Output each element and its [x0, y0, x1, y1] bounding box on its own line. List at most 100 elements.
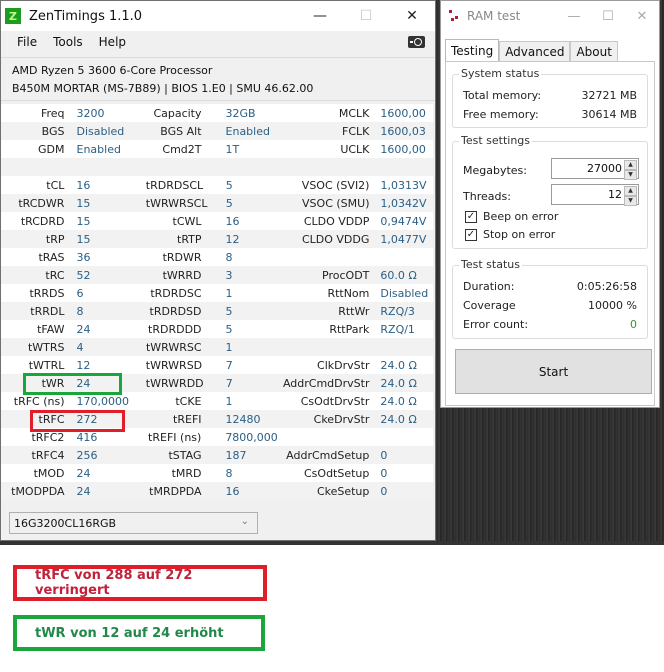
timing-value: Enabled: [225, 124, 270, 138]
free-memory-label: Free memory:: [463, 108, 539, 121]
screenshot-camera-icon[interactable]: [408, 36, 425, 48]
timing-label: tRDRDDD: [148, 322, 202, 336]
timing-value: 24.0 Ω: [380, 376, 417, 390]
timing-label: tRRDS: [29, 286, 65, 300]
minimize-button[interactable]: —: [297, 1, 343, 31]
ramtest-maximize-button[interactable]: ☐: [591, 1, 625, 31]
board-info: B450M MORTAR (MS-7B89) | BIOS 1.E0 | SMU…: [12, 82, 314, 95]
timing-label: tRDRDSC: [150, 286, 202, 300]
timing-row: tMOD 24 tMRD 8 CsOdtSetup 0: [1, 464, 433, 482]
timing-label: tRFC (ns): [13, 394, 65, 408]
timing-value: RZQ/3: [380, 304, 415, 318]
timing-label: RttWr: [338, 304, 370, 318]
timing-label: tREFI: [173, 412, 202, 426]
system-status-title: System status: [459, 67, 542, 80]
ramtest-close-button[interactable]: ✕: [625, 1, 659, 31]
timing-row: tRCDRD 15 tCWL 16 CLDO VDDP 0,9474V: [1, 212, 433, 230]
timing-label: AddrCmdSetup: [286, 448, 370, 462]
timing-label: tRRDL: [30, 304, 65, 318]
threads-label: Threads:: [463, 190, 511, 203]
total-memory-value: 32721 MB: [581, 89, 637, 102]
beep-on-error-checkbox[interactable]: ✓ Beep on error: [465, 210, 558, 223]
timing-value: 8: [76, 304, 84, 318]
timing-label: tWRWRDD: [145, 376, 204, 390]
test-status-title: Test status: [459, 258, 522, 271]
stop-on-error-checkbox[interactable]: ✓ Stop on error: [465, 228, 555, 241]
timing-label: CkeSetup: [316, 484, 370, 498]
title-bar[interactable]: Z ZenTimings 1.1.0 — ☐ ✕: [1, 1, 435, 31]
timing-label: RttNom: [327, 286, 370, 300]
tab-advanced[interactable]: Advanced: [499, 41, 571, 62]
timing-label: BGS Alt: [160, 124, 202, 138]
start-button[interactable]: Start: [455, 349, 652, 394]
menu-file[interactable]: File: [9, 35, 45, 49]
timing-row: tRC 52 tWRRD 3 ProcODT 60.0 Ω: [1, 266, 433, 284]
megabytes-input[interactable]: 27000 ▲ ▼: [551, 158, 639, 180]
timing-value: 24.0 Ω: [380, 394, 417, 408]
ramtest-title-bar[interactable]: RAM test — ☐ ✕: [441, 1, 659, 31]
megabytes-down-arrow-icon[interactable]: ▼: [624, 170, 637, 180]
timing-value: 36: [76, 250, 91, 264]
timing-value: 7: [225, 376, 233, 390]
timing-row: tCL 16 tRDRDSCL 5 VSOC (SVI2) 1,0313V: [1, 176, 433, 194]
timing-label: tCKE: [175, 394, 202, 408]
timing-label: tRDRDSCL: [145, 178, 204, 192]
ramtest-minimize-button[interactable]: —: [557, 1, 591, 31]
testing-panel: System status Total memory: 32721 MB Fre…: [445, 61, 655, 406]
tab-about[interactable]: About: [570, 41, 618, 62]
timing-value: Enabled: [76, 142, 121, 156]
timing-row: tRFC4 256 tSTAG 187 AddrCmdSetup 0: [1, 446, 433, 464]
menu-bar: File Tools Help: [1, 31, 435, 53]
timing-label: tMODPDA: [11, 484, 65, 498]
timing-row: tMODPDA 24 tMRDPDA 16 CkeSetup 0: [1, 482, 433, 500]
note-trfc-change: tRFC von 288 auf 272 verringert: [13, 565, 267, 601]
timing-row: tRRDL 8 tRDRDSD 5 RttWr RZQ/3: [1, 302, 433, 320]
timing-label: tRTP: [177, 232, 202, 246]
threads-down-arrow-icon[interactable]: ▼: [624, 196, 637, 206]
timing-value: 1: [225, 340, 233, 354]
timing-label: tWTRL: [28, 358, 65, 372]
error-count-label: Error count:: [463, 318, 529, 331]
timing-value: 5: [225, 304, 233, 318]
timing-value: 16: [225, 214, 240, 228]
timing-value: 1,0342V: [380, 196, 427, 210]
timing-label: tMRDPDA: [149, 484, 202, 498]
timing-value: 12: [225, 232, 240, 246]
timing-label: UCLK: [340, 142, 370, 156]
timing-value: 24: [76, 484, 91, 498]
memory-profile-select[interactable]: 16G3200CL16RGB ⌄: [9, 512, 258, 534]
timing-value: 5: [225, 322, 233, 336]
megabytes-up-arrow-icon[interactable]: ▲: [624, 160, 637, 170]
timing-value: 0: [380, 466, 388, 480]
timing-label: MCLK: [338, 106, 370, 120]
threads-input[interactable]: 12 ▲ ▼: [551, 184, 639, 206]
timing-value: 0: [380, 448, 388, 462]
timing-value: 24.0 Ω: [380, 412, 417, 426]
coverage-value: 10000 %: [588, 299, 637, 312]
close-button[interactable]: ✕: [389, 1, 435, 31]
timing-value: 0: [380, 484, 388, 498]
timing-value: 15: [76, 232, 91, 246]
timing-label: tCL: [46, 178, 65, 192]
highlight-trfc: [30, 410, 125, 432]
timing-value: 416: [76, 430, 98, 444]
maximize-button[interactable]: ☐: [343, 1, 389, 31]
timing-value: 1600,00: [380, 106, 426, 120]
test-status-group: Test status Duration: 0:05:26:58 Coverag…: [452, 258, 648, 339]
menu-help[interactable]: Help: [91, 35, 134, 49]
timing-value: 1600,03: [380, 124, 426, 138]
timing-value: 7800,000: [225, 430, 278, 444]
coverage-label: Coverage: [463, 299, 516, 312]
timing-value: 24: [76, 322, 91, 336]
error-count-row: Error count: 0: [463, 318, 637, 331]
menu-tools[interactable]: Tools: [45, 35, 91, 49]
tab-testing[interactable]: Testing: [445, 39, 500, 62]
timing-value: 256: [76, 448, 98, 462]
timing-label: CsOdtSetup: [304, 466, 370, 480]
timing-label: tMOD: [33, 466, 65, 480]
timing-label: tRFC2: [31, 430, 65, 444]
timing-label: tSTAG: [168, 448, 202, 462]
timing-row: Freq 3200 Capacity 32GB MCLK 1600,00: [1, 104, 433, 122]
timing-value: 1,0477V: [380, 232, 427, 246]
threads-up-arrow-icon[interactable]: ▲: [624, 186, 637, 196]
